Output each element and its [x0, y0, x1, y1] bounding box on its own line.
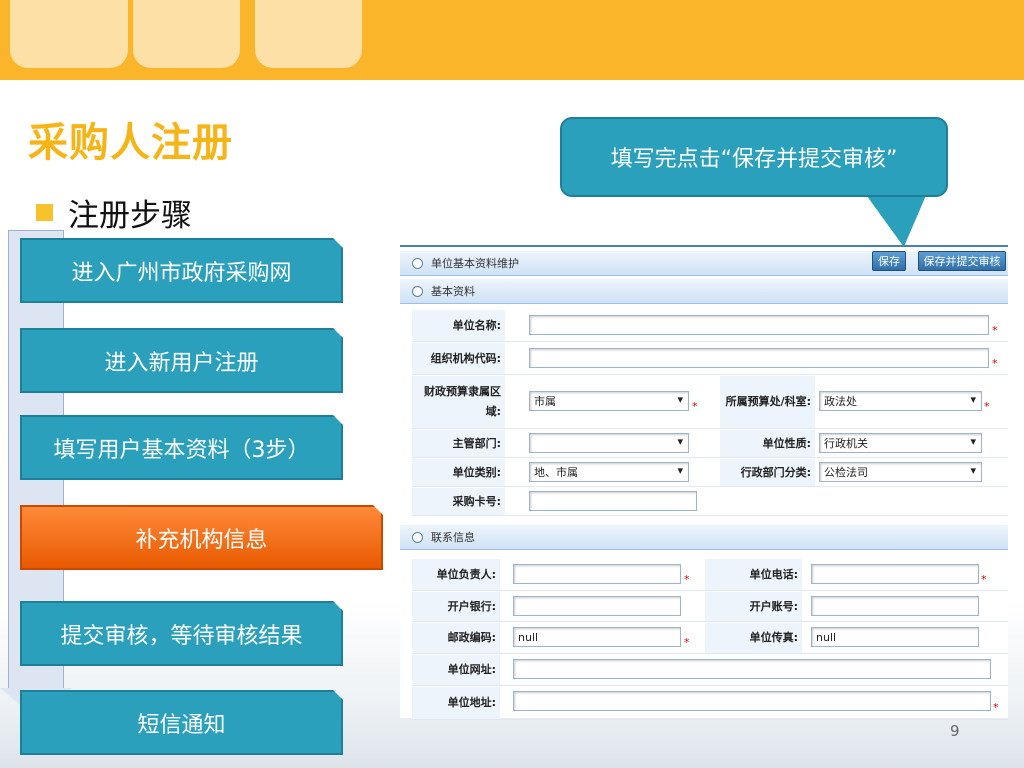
- contact-section-header: 联系信息: [400, 525, 1008, 550]
- region-select[interactable]: 市属: [529, 391, 689, 411]
- code-label: 组织机构代码:: [412, 343, 505, 374]
- basic-section-label: 基本资料: [431, 285, 475, 298]
- zip-value: null: [518, 630, 539, 644]
- admin-value: 公检法司: [824, 466, 868, 479]
- row-bank: 开户银行: 开户账号:: [412, 592, 1008, 622]
- contact-section-label: 联系信息: [431, 531, 475, 544]
- dept-select[interactable]: [529, 433, 689, 453]
- nature-value: 行政机关: [824, 437, 868, 450]
- row-code: 组织机构代码: *: [412, 343, 1008, 375]
- card-input[interactable]: [529, 491, 697, 511]
- region-value: 市属: [534, 395, 556, 408]
- required-mark: *: [984, 400, 990, 413]
- category-select[interactable]: 地、市属: [529, 462, 689, 482]
- dept-label: 主管部门:: [412, 430, 505, 457]
- fax-input[interactable]: null: [811, 627, 979, 647]
- row-name: 单位名称: *: [412, 310, 1008, 342]
- fax-label: 单位传真:: [705, 623, 802, 653]
- required-mark: *: [981, 573, 987, 586]
- step-3: 填写用户基本资料（3步）: [20, 415, 343, 480]
- row-web: 单位网址:: [412, 655, 1008, 686]
- org-code-input[interactable]: [529, 348, 989, 368]
- callout: 填写完点击“保存并提交审核”: [560, 117, 948, 197]
- slide-title: 采购人注册: [28, 120, 233, 166]
- radio-icon: [412, 531, 423, 543]
- budget-label: 所属预算处/科室:: [720, 376, 815, 428]
- category-label: 单位类别:: [412, 459, 505, 486]
- banner-tab: [133, 0, 240, 68]
- page-number: 9: [950, 722, 960, 740]
- required-mark: *: [992, 324, 998, 337]
- radio-icon: [412, 285, 423, 297]
- web-label: 单位网址:: [412, 655, 500, 685]
- bank-label: 开户银行:: [412, 592, 500, 621]
- account-input[interactable]: [811, 596, 979, 616]
- row-category: 单位类别: 地、市属 行政部门分类: 公检法司: [412, 459, 1008, 487]
- row-card: 采购卡号:: [412, 488, 1008, 516]
- account-label: 开户账号:: [705, 592, 802, 621]
- required-mark: *: [993, 701, 999, 714]
- fax-value: null: [816, 630, 837, 644]
- admin-select[interactable]: 公检法司: [819, 462, 982, 482]
- name-label: 单位名称:: [412, 310, 505, 341]
- row-region: 财政预算隶属区域: 市属 * 所属预算处/科室: 政法处 *: [412, 376, 1008, 429]
- form-header-label: 单位基本资料维护: [431, 257, 519, 270]
- unit-name-input[interactable]: [529, 315, 989, 335]
- required-mark: *: [692, 400, 698, 413]
- bullet-icon: [36, 204, 53, 221]
- address-label: 单位地址:: [412, 687, 500, 719]
- radio-icon: [412, 257, 423, 269]
- admin-label: 行政部门分类:: [720, 459, 815, 486]
- step-1: 进入广州市政府采购网: [20, 238, 343, 303]
- category-value: 地、市属: [534, 466, 578, 479]
- step-4-active: 补充机构信息: [20, 505, 383, 570]
- phone-input[interactable]: [811, 564, 979, 584]
- region-label: 财政预算隶属区域:: [412, 376, 505, 428]
- zip-label: 邮政编码:: [412, 623, 500, 653]
- head-input[interactable]: [513, 564, 681, 584]
- card-label: 采购卡号:: [412, 488, 505, 515]
- row-dept: 主管部门: 单位性质: 行政机关: [412, 430, 1008, 458]
- basic-section-header: 基本资料: [400, 279, 1008, 304]
- callout-pointer: [866, 195, 954, 247]
- required-mark: *: [684, 573, 690, 586]
- head-label: 单位负责人:: [412, 559, 500, 590]
- nature-label: 单位性质:: [720, 430, 815, 457]
- row-zip: 邮政编码: null * 单位传真: null: [412, 623, 1008, 654]
- step-2: 进入新用户注册: [20, 328, 343, 393]
- required-mark: *: [992, 357, 998, 370]
- zip-input[interactable]: null: [513, 627, 681, 647]
- step-6: 短信通知: [20, 690, 343, 755]
- step-5: 提交审核，等待审核结果: [20, 601, 343, 666]
- top-banner: [0, 0, 1024, 80]
- slide-subtitle: 注册步骤: [68, 198, 192, 234]
- phone-label: 单位电话:: [705, 559, 802, 590]
- form-header: 单位基本资料维护: [400, 251, 1008, 276]
- registration-form: 单位基本资料维护 保存 保存并提交审核 基本资料 单位名称: * 组织机构代码:…: [400, 245, 1008, 720]
- required-mark: *: [684, 636, 690, 649]
- bank-input[interactable]: [513, 596, 681, 616]
- save-submit-button[interactable]: 保存并提交审核: [918, 251, 1006, 271]
- budget-select[interactable]: 政法处: [819, 391, 982, 411]
- nature-select[interactable]: 行政机关: [819, 433, 982, 453]
- row-address: 单位地址: *: [412, 687, 1008, 720]
- save-button[interactable]: 保存: [872, 251, 906, 271]
- budget-value: 政法处: [824, 395, 857, 408]
- banner-tab: [10, 0, 128, 68]
- address-input[interactable]: [513, 691, 991, 711]
- row-head: 单位负责人: * 单位电话: *: [412, 559, 1008, 591]
- web-input[interactable]: [513, 659, 991, 679]
- banner-tab: [255, 0, 362, 68]
